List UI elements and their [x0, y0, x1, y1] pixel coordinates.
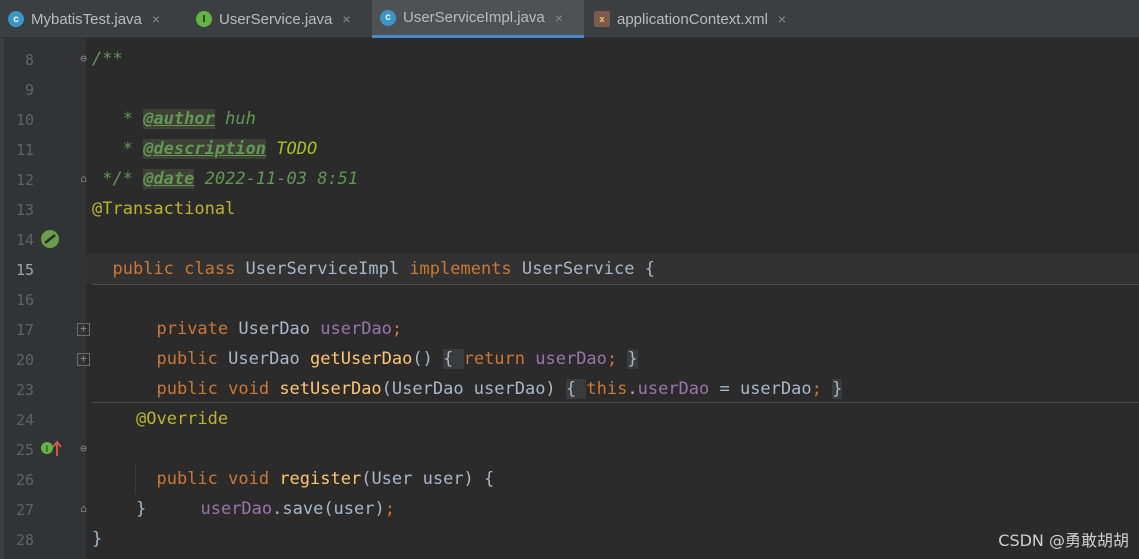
fold-icon[interactable]: ⊖: [77, 442, 90, 455]
line-number: 25: [15, 441, 34, 459]
code-line-24: @Override: [136, 409, 229, 429]
code-line-26: userDao.save(user);: [180, 464, 395, 519]
class-icon: c: [380, 9, 396, 26]
code-line-16: private UserDao userDao;: [136, 284, 402, 339]
xml-icon: x: [594, 11, 610, 27]
line-number: 12: [15, 171, 34, 189]
keyword: this: [586, 379, 628, 399]
fold-end-icon[interactable]: ⌂: [77, 172, 90, 185]
line-number: 8: [24, 51, 34, 69]
code-line-20: public void setUserDao(UserDao userDao) …: [136, 344, 843, 399]
line-number: 10: [15, 111, 34, 129]
class-name: UserServiceImpl: [245, 259, 410, 279]
code-text: (UserDao userDao): [381, 379, 566, 399]
javadoc-tag: @date: [143, 169, 195, 189]
tab-userserviceimpl[interactable]: c UserServiceImpl.java ×: [372, 0, 584, 38]
line-number: 16: [15, 291, 34, 309]
code-line-28: }: [92, 529, 103, 549]
line-number: 20: [15, 351, 34, 369]
method-name: setUserDao: [279, 379, 382, 399]
svg-text:I: I: [46, 445, 49, 455]
code-line-10: * @description TODO: [92, 104, 317, 159]
code-line-25: public void register(User user) {: [136, 434, 494, 489]
semicolon: ;: [811, 379, 833, 399]
keyword: implements: [409, 259, 522, 279]
code-text: .: [627, 379, 638, 399]
field-name: userDao: [200, 499, 273, 519]
close-icon[interactable]: ×: [152, 11, 160, 27]
code-line-8: /**: [92, 49, 123, 69]
interface-icon: I: [196, 11, 212, 27]
folded-brace[interactable]: {: [565, 379, 587, 399]
class-name: UserService {: [521, 259, 655, 279]
tab-label: MybatisTest.java: [31, 10, 142, 28]
close-icon[interactable]: ×: [778, 11, 786, 27]
code-line-11: * @date 2022-11-03 8:51: [92, 134, 358, 189]
expand-icon[interactable]: +: [77, 323, 90, 336]
semicolon: ;: [384, 499, 395, 519]
editor-tab-bar: c MybatisTest.java × I UserService.java …: [0, 0, 1139, 38]
folded-brace[interactable]: }: [832, 379, 843, 399]
line-number: 11: [15, 141, 34, 159]
line-number: 24: [15, 411, 34, 429]
tab-label: applicationContext.xml: [617, 10, 768, 28]
spring-bean-icon[interactable]: [40, 229, 60, 249]
watermark: CSDN @勇敢胡胡: [998, 531, 1129, 550]
code-line-14: public class UserServiceImpl implements …: [92, 224, 654, 279]
code-line-27: }: [136, 499, 147, 519]
expand-icon[interactable]: +: [77, 353, 90, 366]
keyword: public class: [112, 259, 246, 279]
code-line-17: public UserDao getUserDao() { return use…: [136, 314, 638, 369]
close-icon[interactable]: ×: [555, 10, 563, 26]
implements-method-icon[interactable]: I: [40, 440, 62, 458]
code-line-9: * @author huh: [92, 74, 256, 129]
code-text: .save(user): [272, 499, 385, 519]
fold-end-icon[interactable]: ⌂: [77, 502, 90, 515]
tab-mybatistest[interactable]: c MybatisTest.java ×: [8, 0, 188, 38]
code-text: = userDao: [709, 379, 812, 399]
line-number: 14: [15, 231, 34, 249]
keyword: public void: [156, 379, 280, 399]
line-number: 9: [24, 81, 34, 99]
code-line-13: @Transactional: [92, 199, 236, 219]
code-line-12: */: [92, 169, 123, 189]
line-number: 28: [15, 531, 34, 549]
line-number: 27: [15, 501, 34, 519]
tab-userservice[interactable]: I UserService.java ×: [196, 0, 368, 38]
class-icon: c: [8, 11, 24, 27]
fold-icon[interactable]: ⊖: [77, 52, 90, 65]
line-number: 26: [15, 471, 34, 489]
tab-label: UserService.java: [219, 10, 333, 28]
comment-text: 2022-11-03 8:51: [194, 169, 359, 189]
close-icon[interactable]: ×: [342, 11, 350, 27]
tab-applicationcontext[interactable]: x applicationContext.xml ×: [594, 0, 824, 38]
line-number: 15: [15, 261, 34, 279]
line-number: 13: [15, 201, 34, 219]
line-number: 23: [15, 381, 34, 399]
line-number: 17: [15, 321, 34, 339]
tab-label: UserServiceImpl.java: [403, 9, 545, 26]
field-name: userDao: [637, 379, 710, 399]
